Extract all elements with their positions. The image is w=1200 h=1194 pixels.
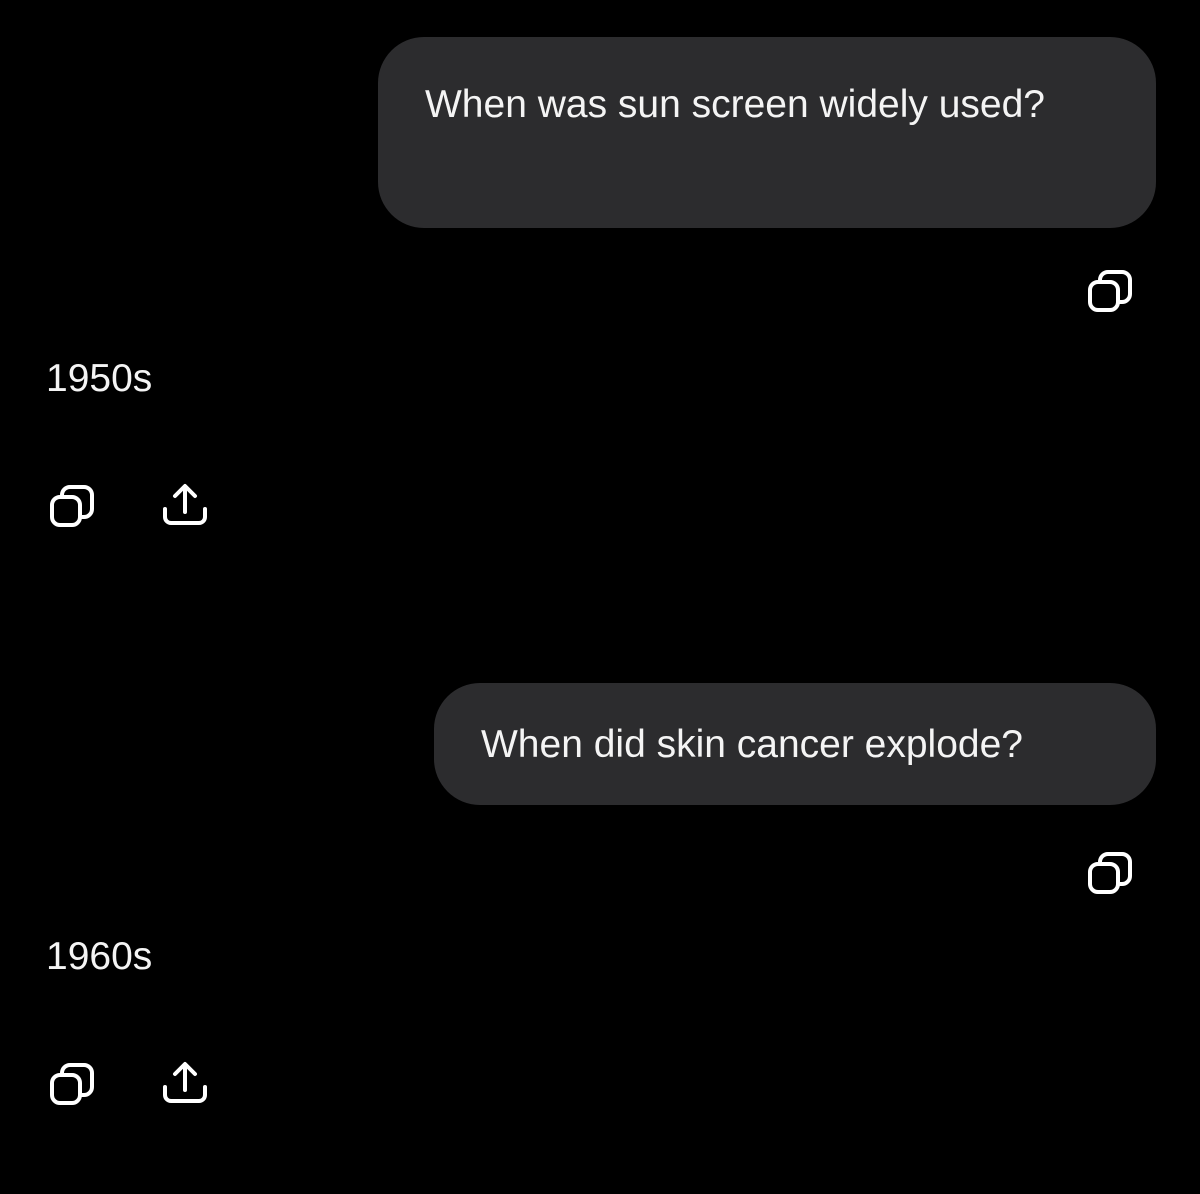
copy-icon[interactable]	[1086, 850, 1136, 900]
copy-icon[interactable]	[48, 483, 98, 533]
share-icon[interactable]	[160, 1059, 210, 1109]
copy-icon[interactable]	[48, 1061, 98, 1111]
share-icon[interactable]	[160, 481, 210, 531]
user-message-bubble: When was sun screen widely used?	[378, 37, 1156, 228]
assistant-reply-text: 1950s	[46, 357, 153, 400]
user-message-text: When was sun screen widely used?	[425, 83, 1045, 126]
copy-icon[interactable]	[1086, 268, 1136, 318]
user-message-text: When did skin cancer explode?	[481, 723, 1023, 766]
assistant-reply-text: 1960s	[46, 935, 153, 978]
user-message-bubble: When did skin cancer explode?	[434, 683, 1156, 805]
